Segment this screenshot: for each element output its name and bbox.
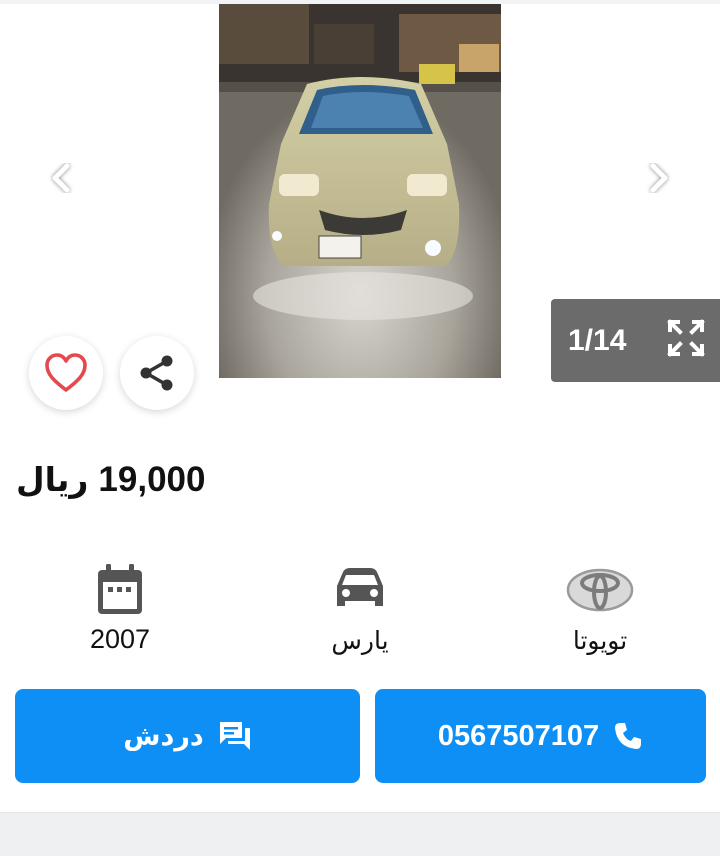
call-button-label: 0567507107: [437, 719, 600, 752]
next-photo-button[interactable]: [638, 158, 678, 198]
car-icon: [337, 568, 383, 606]
photo-counter-label: 1/14: [568, 323, 627, 357]
chevron-right-icon: [650, 163, 668, 193]
spec-model-value: يارس: [331, 626, 389, 655]
price-currency: ريال: [16, 460, 89, 499]
footer-area: [0, 812, 720, 856]
share-button[interactable]: [120, 336, 194, 410]
fullscreen-button[interactable]: [666, 318, 706, 358]
spec-make-value: تويوتا: [572, 626, 628, 655]
spec-make: تويوتا: [515, 560, 685, 655]
favorite-button[interactable]: [29, 336, 103, 410]
call-button[interactable]: 0567507107: [375, 689, 706, 783]
previous-photo-button[interactable]: [42, 158, 82, 198]
toyota-logo-icon: [566, 568, 634, 612]
phone-icon: [615, 723, 642, 749]
photo-gallery[interactable]: 1/14: [0, 4, 720, 382]
chevron-left-icon: [52, 163, 70, 193]
spec-year: 2007: [35, 560, 205, 655]
spec-year-value: 2007: [89, 624, 151, 654]
price-value: 19,000: [98, 460, 206, 499]
share-icon: [140, 355, 173, 391]
listing-price: ريال 19,000: [16, 460, 205, 500]
chat-bubble-icon: [219, 722, 250, 750]
chat-button[interactable]: دردش: [15, 689, 360, 783]
fullscreen-icon: [667, 319, 705, 357]
spec-model: يارس: [275, 560, 445, 655]
listing-photo[interactable]: [219, 4, 501, 378]
chat-button-label: دردش: [123, 720, 204, 752]
heart-icon: [45, 353, 87, 392]
photo-counter: 1/14: [551, 299, 720, 382]
calendar-icon: [98, 564, 142, 614]
section-divider: [0, 812, 720, 813]
